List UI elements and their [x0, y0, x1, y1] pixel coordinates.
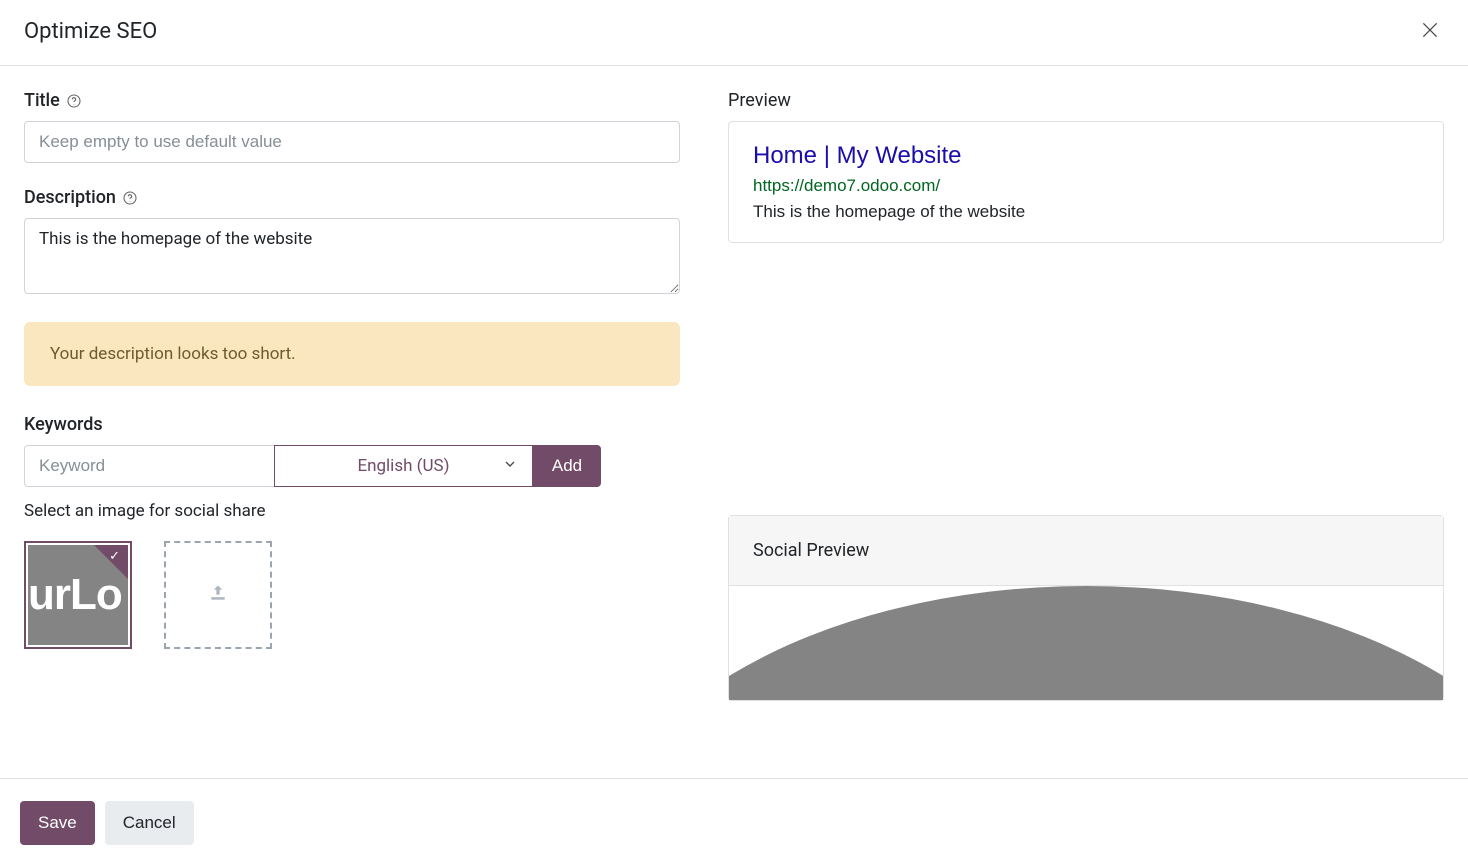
social-image-option-selected[interactable]: urLo ✓: [24, 541, 132, 649]
keywords-group: Keywords English (US) Add: [24, 414, 680, 487]
description-textarea[interactable]: [24, 218, 680, 294]
keywords-label-row: Keywords: [24, 414, 680, 435]
upload-icon: [208, 583, 228, 607]
keyword-input[interactable]: [24, 445, 274, 487]
help-icon[interactable]: [122, 190, 138, 206]
close-icon: [1420, 28, 1440, 43]
social-preview-card: Social Preview: [728, 515, 1444, 701]
preview-column: Preview Home | My Website https://demo7.…: [728, 90, 1444, 754]
form-column: Title Description Your description lo: [24, 90, 680, 754]
description-label-row: Description: [24, 187, 680, 208]
language-select[interactable]: English (US): [274, 445, 533, 487]
add-keyword-button[interactable]: Add: [533, 445, 601, 487]
social-preview-image: [729, 586, 1443, 700]
title-label: Title: [24, 90, 60, 111]
keywords-label: Keywords: [24, 414, 103, 435]
title-label-row: Title: [24, 90, 680, 111]
description-warning: Your description looks too short.: [24, 322, 680, 386]
close-button[interactable]: [1416, 16, 1444, 47]
preview-title: Home | My Website: [753, 142, 1419, 170]
help-icon[interactable]: [66, 93, 82, 109]
preview-description: This is the homepage of the website: [753, 202, 1419, 222]
preview-url: https://demo7.odoo.com/: [753, 176, 1419, 196]
check-icon: ✓: [109, 549, 120, 564]
language-selected: English (US): [357, 456, 449, 476]
seo-dialog: Optimize SEO Title Description: [0, 0, 1468, 867]
title-group: Title: [24, 90, 680, 163]
description-label: Description: [24, 187, 116, 208]
social-preview-label: Social Preview: [729, 516, 1443, 586]
dialog-body: Title Description Your description lo: [0, 66, 1468, 778]
warning-text: Your description looks too short.: [50, 344, 296, 364]
save-button[interactable]: Save: [20, 801, 95, 845]
title-input[interactable]: [24, 121, 680, 163]
description-group: Description: [24, 187, 680, 298]
social-image-row: urLo ✓: [24, 541, 680, 649]
dialog-header: Optimize SEO: [0, 0, 1468, 66]
search-preview-card: Home | My Website https://demo7.odoo.com…: [728, 121, 1444, 243]
dialog-footer: Save Cancel: [0, 778, 1468, 867]
dialog-title: Optimize SEO: [24, 19, 157, 44]
thumb-logo-text: urLo: [28, 570, 122, 620]
keywords-row: English (US) Add: [24, 445, 680, 487]
social-share-label: Select an image for social share: [24, 501, 680, 521]
cancel-button[interactable]: Cancel: [105, 801, 194, 845]
preview-label: Preview: [728, 90, 1444, 111]
logo-shape: [729, 586, 1443, 700]
chevron-down-icon: [502, 456, 518, 476]
upload-image-button[interactable]: [164, 541, 272, 649]
